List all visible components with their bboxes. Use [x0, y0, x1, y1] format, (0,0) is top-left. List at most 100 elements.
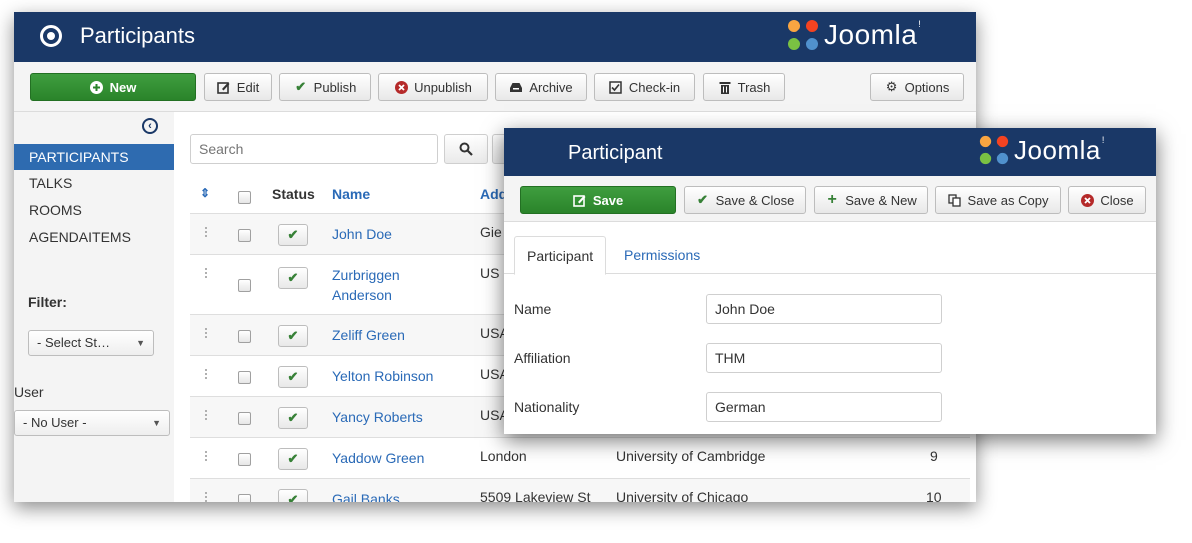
- id-cell: 9: [930, 448, 938, 464]
- participant-name-link[interactable]: Yelton Robinson: [332, 366, 433, 386]
- plus-circle-icon: [90, 80, 104, 94]
- select-all-checkbox[interactable]: [238, 191, 251, 204]
- name-field[interactable]: [706, 294, 942, 324]
- status-filter-select[interactable]: - Select St… ▼: [28, 330, 154, 356]
- joomla-mark-icon: [979, 135, 1009, 165]
- gear-icon: ⚙: [885, 79, 898, 94]
- save-copy-button[interactable]: Save as Copy: [935, 186, 1061, 214]
- screenshot-canvas: Participants Joomla! New Edit ✔ Publish …: [0, 0, 1192, 543]
- drag-handle-icon[interactable]: [204, 491, 208, 502]
- row-checkbox[interactable]: [238, 453, 251, 466]
- nationality-field-label: Nationality: [514, 399, 580, 415]
- table-row: ✔ Gail Banks 5509 Lakeview St University…: [190, 478, 970, 502]
- save-copy-button-label: Save as Copy: [967, 192, 1049, 208]
- table-row: ✔ Yaddow Green London University of Camb…: [190, 437, 970, 478]
- published-status-button[interactable]: ✔: [278, 267, 308, 289]
- edit-button-label: Edit: [236, 79, 260, 95]
- name-field-label: Name: [514, 301, 552, 317]
- new-button-label: New: [109, 79, 137, 95]
- drag-handle-icon[interactable]: [204, 409, 208, 421]
- tab-permissions[interactable]: Permissions: [612, 236, 712, 275]
- options-button[interactable]: ⚙ Options: [870, 73, 964, 101]
- participant-name-link[interactable]: Yancy Roberts: [332, 407, 423, 427]
- id-cell: 10: [926, 489, 942, 502]
- joomla-wordmark: Joomla: [824, 19, 918, 50]
- published-status-button[interactable]: ✔: [278, 489, 308, 502]
- participant-name-link[interactable]: Yaddow Green: [332, 448, 424, 468]
- copy-icon: [948, 193, 962, 207]
- row-checkbox[interactable]: [238, 229, 251, 242]
- unpublish-button[interactable]: Unpublish: [378, 73, 488, 101]
- status-filter-value: - Select St…: [37, 335, 110, 350]
- address-cell: US: [480, 265, 500, 281]
- trash-icon: [718, 80, 732, 94]
- tab-participant[interactable]: Participant: [514, 236, 607, 275]
- archive-button[interactable]: Archive: [495, 73, 587, 101]
- options-button-label: Options: [904, 79, 950, 95]
- user-filter-select[interactable]: - No User - ▼: [14, 410, 170, 436]
- participant-edit-window: Participant Joomla! Save ✔ Save & Close: [504, 128, 1156, 434]
- published-status-button[interactable]: ✔: [278, 325, 308, 347]
- name-column-header[interactable]: Name: [332, 186, 370, 202]
- row-checkbox[interactable]: [238, 494, 251, 502]
- list-header: Participants Joomla!: [14, 12, 976, 62]
- affiliation-field-label: Affiliation: [514, 350, 571, 366]
- row-checkbox[interactable]: [238, 371, 251, 384]
- affiliation-field[interactable]: [706, 343, 942, 373]
- status-column-header[interactable]: Status: [272, 186, 315, 202]
- address-cell: Gie: [480, 224, 502, 240]
- collapse-sidebar-icon[interactable]: ‹: [142, 118, 158, 134]
- plus-icon: +: [827, 191, 837, 208]
- new-button[interactable]: New: [30, 73, 196, 101]
- search-button[interactable]: [444, 134, 488, 164]
- edit-icon: [217, 80, 231, 94]
- save-close-button[interactable]: ✔ Save & Close: [684, 186, 806, 214]
- close-button[interactable]: Close: [1068, 186, 1146, 214]
- row-checkbox[interactable]: [238, 330, 251, 343]
- save-button[interactable]: Save: [520, 186, 676, 214]
- sidebar-item-rooms[interactable]: ROOMS: [14, 197, 174, 223]
- published-status-button[interactable]: ✔: [278, 448, 308, 470]
- drag-handle-icon[interactable]: [204, 450, 208, 462]
- target-icon: [40, 25, 62, 47]
- row-checkbox[interactable]: [238, 279, 251, 292]
- joomla-wordmark-mark: !: [1101, 134, 1105, 145]
- nationality-field[interactable]: [706, 392, 942, 422]
- participant-name-link[interactable]: Zurbriggen Anderson: [332, 265, 442, 305]
- sidebar-item-agendaitems[interactable]: AGENDAITEMS: [14, 224, 174, 250]
- edit-tabs: Participant Permissions: [504, 222, 1156, 275]
- published-status-button[interactable]: ✔: [278, 224, 308, 246]
- joomla-wordmark: Joomla: [1014, 134, 1101, 165]
- chevron-down-icon: ▼: [152, 418, 161, 428]
- trash-button[interactable]: Trash: [703, 73, 785, 101]
- drag-handle-icon[interactable]: [204, 327, 208, 339]
- drag-handle-icon[interactable]: [204, 368, 208, 380]
- save-new-button[interactable]: + Save & New: [814, 186, 928, 214]
- save-close-button-label: Save & Close: [715, 192, 795, 208]
- sidebar-item-talks[interactable]: TALKS: [14, 170, 174, 196]
- publish-button-label: Publish: [313, 79, 357, 95]
- drag-handle-icon[interactable]: [204, 226, 208, 238]
- row-checkbox[interactable]: [238, 412, 251, 425]
- participant-name-link[interactable]: John Doe: [332, 224, 392, 244]
- joomla-logo: Joomla!: [978, 134, 1105, 166]
- user-filter-label: User: [14, 384, 44, 400]
- participant-name-link[interactable]: Zeliff Green: [332, 325, 405, 345]
- publish-button[interactable]: ✔ Publish: [279, 73, 371, 101]
- checkin-button-label: Check-in: [628, 79, 681, 95]
- affiliation-cell: University of Chicago: [616, 489, 749, 502]
- edit-icon: [573, 193, 587, 207]
- list-toolbar: New Edit ✔ Publish Unpublish Archive Che…: [14, 62, 976, 112]
- search-input[interactable]: [190, 134, 438, 164]
- trash-button-label: Trash: [737, 79, 771, 95]
- sort-ordering-icon[interactable]: ⇕: [200, 186, 210, 200]
- published-status-button[interactable]: ✔: [278, 366, 308, 388]
- edit-button[interactable]: Edit: [204, 73, 272, 101]
- archive-icon: [509, 80, 523, 94]
- participant-name-link[interactable]: Gail Banks: [332, 489, 400, 502]
- sidebar-item-participants[interactable]: PARTICIPANTS: [14, 144, 174, 170]
- drag-handle-icon[interactable]: [204, 267, 208, 279]
- published-status-button[interactable]: ✔: [278, 407, 308, 429]
- archive-button-label: Archive: [529, 79, 573, 95]
- checkin-button[interactable]: Check-in: [594, 73, 695, 101]
